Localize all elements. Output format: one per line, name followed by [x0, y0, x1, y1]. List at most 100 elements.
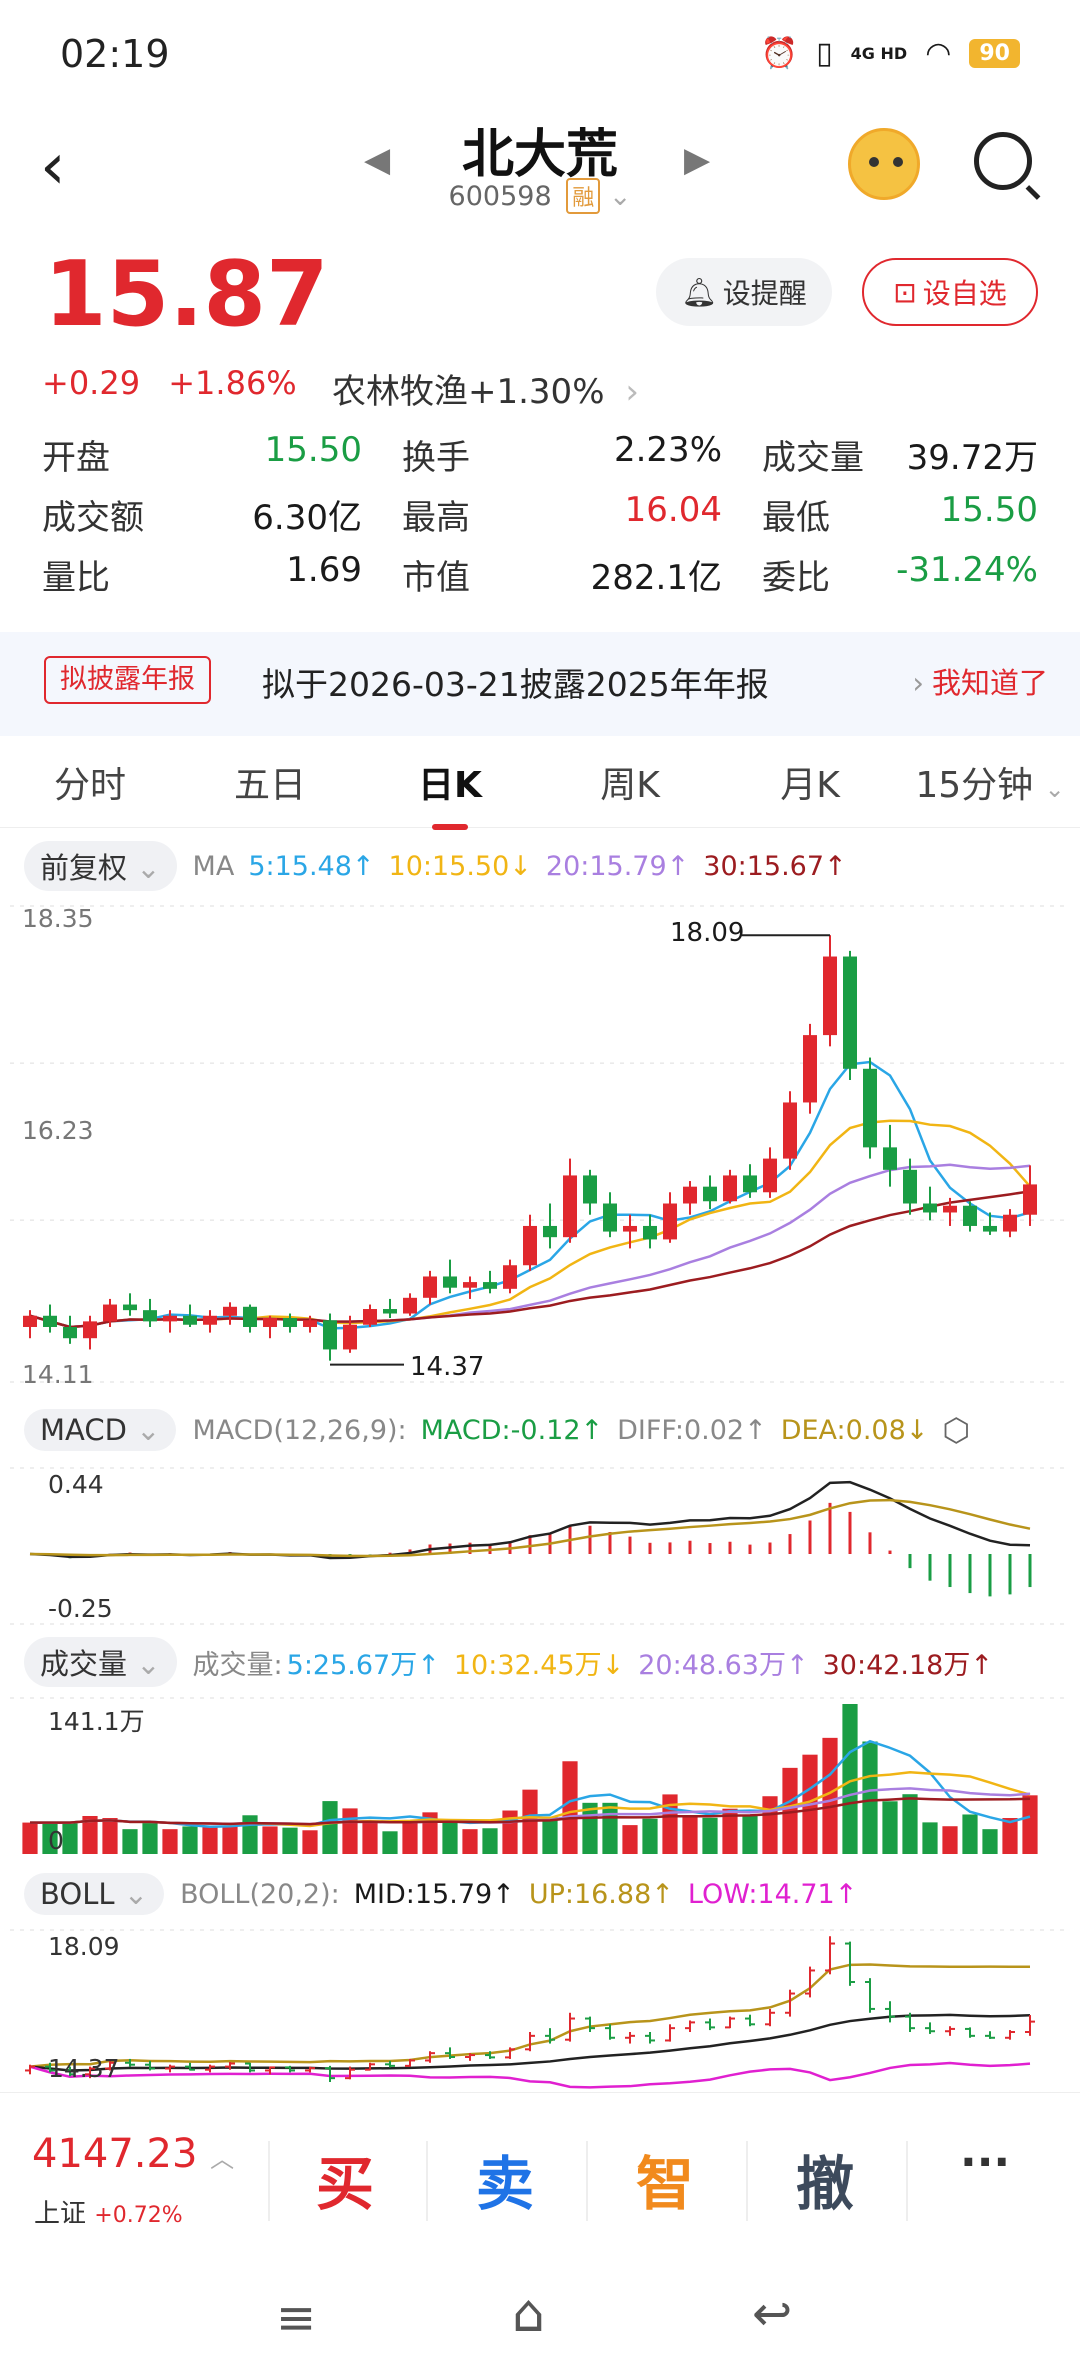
boll-chart[interactable]: 18.09 14.37: [0, 1926, 1080, 2090]
candle-body: [423, 1276, 437, 1298]
macd-chart[interactable]: 0.44 -0.25: [0, 1462, 1080, 1630]
notice-text: 拟于2026-03-21披露2025年年报: [262, 665, 769, 704]
dismiss-notice-button[interactable]: › 我知道了: [912, 660, 1048, 702]
candle-body: [683, 1186, 697, 1204]
add-watchlist-label: 设自选: [922, 277, 1007, 310]
kline-chart[interactable]: 18.35 16.23 14.11 18.09 14.37: [0, 896, 1080, 1396]
buy-button[interactable]: 买: [316, 2137, 374, 2221]
candle-body: [603, 1203, 617, 1232]
volume-bar: [162, 1829, 178, 1854]
stat-label: 最高: [402, 497, 470, 538]
volume-bar: [662, 1794, 678, 1854]
price-change-pct: +1.86%: [168, 364, 297, 402]
y-axis-mid: 16.23: [22, 1116, 94, 1145]
tab-15min-label: 15分钟: [915, 764, 1034, 806]
industry-link[interactable]: 农林牧渔+1.30% ›: [332, 364, 639, 413]
home-icon[interactable]: ⌂: [512, 2284, 545, 2344]
status-time: 02:19: [60, 32, 170, 76]
tab-intraday[interactable]: 分时: [0, 756, 180, 808]
menu-icon[interactable]: ≡: [276, 2290, 316, 2346]
candle-body: [163, 1315, 177, 1322]
volume-bar: [102, 1818, 118, 1854]
stat-value: -31.24%: [896, 549, 1038, 590]
kline-svg: [10, 905, 1070, 1383]
cancel-order-button[interactable]: 撤: [796, 2137, 854, 2221]
candle-body: [483, 1282, 497, 1289]
ma20-value: 20:15.79↑: [545, 850, 690, 882]
stat-value: 1.69: [286, 549, 362, 590]
tab-five-day[interactable]: 五日: [180, 756, 360, 808]
tab-15min[interactable]: 15分钟 ⌄: [900, 756, 1080, 808]
notice-bar[interactable]: 拟披露年报 拟于2026-03-21披露2025年年报 › 我知道了: [0, 632, 1080, 736]
back-nav-icon[interactable]: ↩: [752, 2286, 792, 2342]
change-row: +0.29 +1.86%: [42, 364, 315, 402]
network-label: 4G HD: [850, 44, 908, 63]
macd-params: MACD(12,26,9):: [192, 1414, 407, 1446]
mascot-icon[interactable]: [848, 128, 920, 200]
candle-body: [1003, 1214, 1017, 1232]
volume-name: 成交量: [40, 1647, 128, 1681]
set-reminder-button[interactable]: 🔔︎ 设提醒: [656, 258, 832, 326]
more-button[interactable]: ···: [960, 2137, 1010, 2188]
candle-body: [343, 1324, 357, 1350]
candle-body: [723, 1175, 737, 1202]
ma-legend: 前复权 ⌄ MA 5:15.48↑ 10:15.50↓ 20:15.79↑ 30…: [24, 840, 861, 892]
sell-button[interactable]: 卖: [476, 2137, 534, 2221]
chevron-down-icon[interactable]: ⌄: [609, 181, 632, 212]
current-price: 15.87: [44, 242, 329, 347]
tab-monthly-k[interactable]: 月K: [720, 756, 900, 808]
search-icon[interactable]: [974, 132, 1032, 190]
volume-y-zero: 0: [48, 1826, 64, 1855]
stat-value: 15.50: [940, 489, 1038, 530]
boll-name: BOLL: [40, 1877, 115, 1911]
tab-daily-k[interactable]: 日K: [360, 756, 540, 830]
volume-selector[interactable]: 成交量 ⌄: [24, 1637, 177, 1687]
volume-bar: [62, 1822, 78, 1854]
margin-tag: 融: [566, 178, 601, 214]
candle-body: [623, 1225, 637, 1232]
candle-body: [503, 1265, 517, 1289]
volume-bar: [182, 1826, 198, 1854]
ma5-value: 5:15.48↑: [248, 850, 375, 882]
macd-selector[interactable]: MACD ⌄: [24, 1409, 177, 1451]
candle-body: [663, 1203, 677, 1240]
watchlist-icon: ⊡: [893, 275, 917, 309]
add-watchlist-button[interactable]: ⊡ 设自选: [862, 258, 1038, 326]
candle-body: [563, 1175, 577, 1238]
smart-button[interactable]: 智: [636, 2137, 694, 2221]
candle-body: [323, 1320, 337, 1350]
candle-body: [823, 956, 837, 1036]
chevron-down-icon: ⌄: [136, 1413, 161, 1447]
volume-chart[interactable]: 141.1万 0: [0, 1694, 1080, 1858]
candle-body: [743, 1175, 757, 1193]
vibrate-icon: ▯: [816, 36, 833, 71]
candle-body: [763, 1158, 777, 1193]
volume-y-top: 141.1万: [48, 1707, 145, 1736]
volume-legend: 成交量 ⌄ 成交量: 5:25.67万↑ 10:32.45万↓ 20:48.63…: [24, 1636, 1007, 1688]
vol-ma20: 20:48.63万↑: [638, 1649, 809, 1681]
settings-icon[interactable]: ⬡: [942, 1411, 970, 1449]
boll-selector[interactable]: BOLL ⌄: [24, 1873, 165, 1915]
tab-weekly-k[interactable]: 周K: [540, 756, 720, 808]
stock-title: 北大荒: [461, 125, 618, 185]
dismiss-notice-label: 我知道了: [931, 666, 1048, 700]
divider: [426, 2141, 428, 2221]
high-label: 18.09: [670, 918, 745, 948]
candle-body: [943, 1205, 957, 1213]
volume-bar: [882, 1801, 898, 1854]
index-name: 上证: [34, 2199, 87, 2229]
stats-row: 量比 1.69 市值 282.1亿 委比 -31.24%: [42, 544, 1038, 604]
candle-body: [903, 1169, 917, 1204]
adjust-selector[interactable]: 前复权 ⌄: [24, 841, 177, 891]
alarm-icon: ⏰: [760, 36, 799, 71]
boll-svg: [10, 1929, 1070, 2089]
stat-label: 量比: [42, 557, 110, 598]
volume-bar: [762, 1796, 778, 1854]
volume-bar: [222, 1826, 238, 1854]
vol-ma30: 30:42.18万↑: [822, 1649, 993, 1681]
volume-bar: [902, 1794, 918, 1854]
index-value[interactable]: 4147.23 ︿: [32, 2131, 234, 2177]
volume-bar: [322, 1801, 338, 1854]
status-bar: 02:19 ⏰ ▯ 4G HD ◠ 90: [0, 0, 1080, 110]
candle-body: [243, 1306, 257, 1327]
